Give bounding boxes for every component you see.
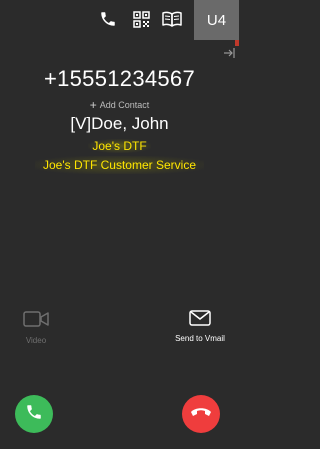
caller-name: [V]Doe, John: [70, 114, 169, 133]
answer-button[interactable]: [15, 395, 53, 433]
top-bar: U4: [0, 0, 239, 40]
video-camera-icon: [0, 310, 81, 330]
exit-icon[interactable]: [223, 46, 235, 58]
phone-hangup-icon: [190, 405, 212, 423]
user-badge[interactable]: U4: [194, 0, 239, 40]
video-button[interactable]: Video: [0, 310, 81, 345]
add-contact-button[interactable]: + Add Contact: [0, 98, 239, 112]
vmail-label: Send to Vmail: [175, 334, 225, 343]
plus-icon: +: [89, 98, 97, 112]
add-contact-label: Add Contact: [99, 100, 150, 110]
caller-company-text: Joe's DTF: [88, 139, 151, 153]
envelope-icon: [155, 310, 245, 328]
phone-answer-icon: [25, 403, 43, 426]
book-icon[interactable]: [161, 8, 183, 30]
caller-queue: Joe's DTF Customer Service: [0, 156, 239, 174]
hangup-button[interactable]: [182, 395, 220, 433]
caller-company: Joe's DTF: [0, 137, 239, 155]
qr-code-icon[interactable]: [130, 8, 152, 30]
send-to-vmail-button[interactable]: Send to Vmail: [155, 310, 245, 343]
phone-icon[interactable]: [97, 8, 119, 30]
status-indicator: [235, 40, 239, 46]
caller-number: +15551234567: [43, 66, 196, 91]
video-label: Video: [25, 336, 47, 345]
caller-queue-text: Joe's DTF Customer Service: [35, 156, 204, 174]
